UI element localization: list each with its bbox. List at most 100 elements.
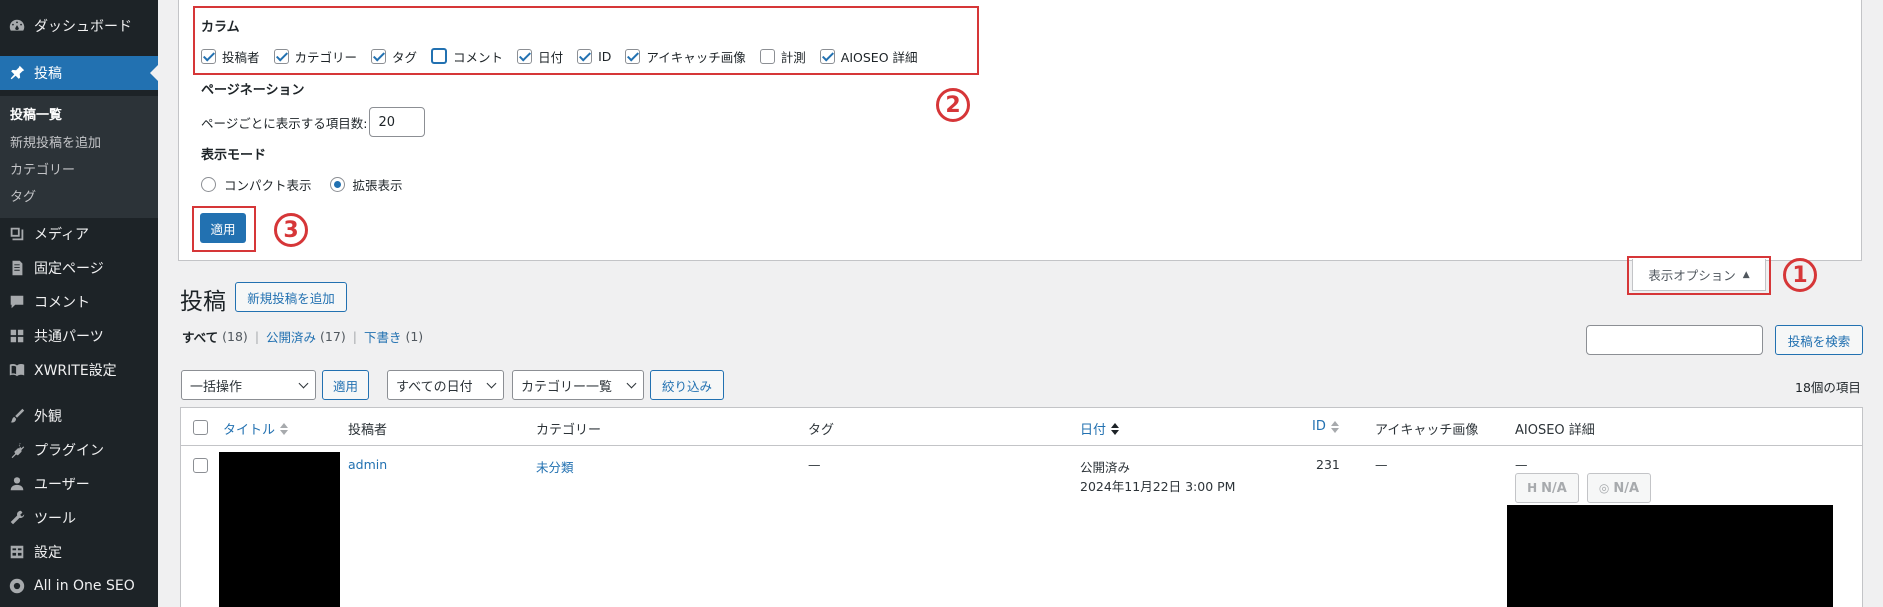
post-status-filters: すべて (18) | 公開済み (17) | 下書き (1) [182, 327, 423, 346]
row-author-link[interactable]: admin [348, 457, 387, 472]
sidebar-item-label: メディア [34, 227, 90, 243]
badge-label: N/A [1541, 480, 1567, 496]
triangle-up-icon: ▲ [1742, 269, 1750, 280]
date-filter-select[interactable]: すべての日付 [387, 370, 504, 400]
sidebar-item-users[interactable]: ユーザー [0, 467, 158, 501]
aioseo-truseo-badge[interactable]: ◎ N/A [1587, 473, 1651, 503]
redacted-title-area [219, 452, 340, 607]
filter-drafts[interactable]: 下書き [364, 327, 402, 346]
per-page-row: ページごとに表示する項目数: 20 [201, 107, 426, 137]
select-value: 一括操作 [190, 379, 243, 395]
sidebar-item-posts[interactable]: 投稿 [0, 56, 158, 90]
category-filter-select[interactable]: カテゴリー一覧 [512, 370, 644, 400]
page-icon [7, 258, 27, 278]
row-date-status: 公開済み [1080, 460, 1131, 475]
filter-published[interactable]: 公開済み [266, 327, 316, 346]
bulk-action-select[interactable]: 一括操作 [181, 370, 316, 400]
posts-submenu: 投稿一覧 新規投稿を追加 カテゴリー タグ [0, 96, 158, 218]
column-header-title[interactable]: タイトル [223, 419, 289, 438]
sidebar-item-tools[interactable]: ツール [0, 501, 158, 535]
column-label: 日付 [1080, 423, 1107, 438]
per-page-input[interactable]: 20 [369, 107, 426, 137]
submenu-all-posts[interactable]: 投稿一覧 [10, 104, 62, 123]
column-header-featured-image: アイキャッチ画像 [1375, 423, 1479, 438]
sidebar-item-label: 投稿 [34, 66, 62, 82]
row-tags: — [808, 457, 821, 472]
annotation-number-3: 3 [274, 213, 308, 247]
sidebar-item-label: ユーザー [34, 477, 90, 493]
sidebar-item-label: XWRITE設定 [34, 363, 117, 379]
sidebar-item-label: All in One SEO [34, 578, 135, 594]
view-mode-heading: 表示モード [201, 148, 267, 163]
row-category-link[interactable]: 未分類 [536, 457, 574, 476]
filter-all-count: (18) [222, 329, 248, 344]
post-search-input[interactable] [1586, 325, 1763, 355]
sidebar-item-xwrite[interactable]: XWRITE設定 [0, 353, 158, 387]
sidebar-item-media[interactable]: メディア [0, 217, 158, 251]
column-header-date[interactable]: 日付 [1080, 419, 1120, 438]
select-value: すべての日付 [396, 379, 473, 395]
annotation-number-2: 2 [936, 88, 970, 122]
user-icon [7, 474, 27, 494]
screen-options-tab[interactable]: 表示オプション ▲ [1632, 259, 1766, 291]
filter-button[interactable]: 絞り込み [650, 370, 724, 400]
select-all-checkbox[interactable] [193, 420, 208, 435]
sidebar-item-pages[interactable]: 固定ページ [0, 251, 158, 285]
filter-drafts-count: (1) [405, 329, 424, 344]
sidebar-item-label: プラグイン [34, 443, 104, 459]
submenu-add-new[interactable]: 新規投稿を追加 [10, 132, 101, 151]
radio[interactable] [201, 177, 216, 192]
sidebar-item-label: 設定 [34, 545, 62, 561]
radio[interactable] [329, 177, 345, 192]
grid-icon [7, 326, 27, 346]
sidebar-item-comments[interactable]: コメント [0, 285, 158, 319]
select-value: カテゴリー一覧 [521, 379, 613, 395]
sidebar-item-label: 外観 [34, 409, 62, 425]
gauge-icon: ◎ [1598, 481, 1610, 495]
sidebar-item-appearance[interactable]: 外観 [0, 399, 158, 433]
row-id: 231 [1316, 457, 1340, 472]
aioseo-icon [7, 576, 27, 596]
settings-icon [7, 542, 27, 562]
column-header-tags: タグ [808, 423, 835, 438]
sort-icon [1330, 420, 1339, 433]
media-icon [7, 224, 27, 244]
sidebar-item-settings[interactable]: 設定 [0, 535, 158, 569]
column-header-id[interactable]: ID [1312, 419, 1339, 434]
comment-icon [7, 292, 27, 312]
search-posts-button[interactable]: 投稿を検索 [1775, 325, 1863, 355]
sidebar-item-parts[interactable]: 共通パーツ [0, 319, 158, 353]
posts-table: タイトル 投稿者 カテゴリー タグ 日付 ID アイキャッチ画像 AIOSEO … [180, 407, 1863, 607]
filter-all[interactable]: すべて [182, 327, 218, 346]
column-label: タイトル [223, 423, 276, 438]
dashboard-icon [7, 16, 27, 36]
bulk-apply-button[interactable]: 適用 [322, 370, 369, 400]
submenu-categories[interactable]: カテゴリー [10, 159, 75, 178]
filter-published-count: (17) [320, 329, 346, 344]
aioseo-score-badge[interactable]: H N/A [1515, 473, 1579, 503]
sidebar-item-aioseo[interactable]: All in One SEO [0, 569, 158, 603]
view-mode-extended[interactable]: 拡張表示 [329, 175, 403, 194]
page-title: 投稿 [180, 289, 226, 315]
column-label: ID [1312, 419, 1326, 434]
column-header-author: 投稿者 [348, 423, 388, 438]
chevron-down-icon [486, 378, 497, 389]
per-page-label: ページごとに表示する項目数: [201, 115, 368, 131]
column-header-categories: カテゴリー [536, 423, 602, 438]
view-mode-compact[interactable]: コンパクト表示 [201, 175, 312, 194]
sidebar-item-plugins[interactable]: プラグイン [0, 433, 158, 467]
badge-label: N/A [1613, 480, 1640, 496]
annotation-box-columns [193, 6, 979, 75]
add-new-post-button[interactable]: 新規投稿を追加 [235, 282, 347, 312]
row-date: 2024年11月22日 3:00 PM [1080, 479, 1236, 494]
submenu-tags[interactable]: タグ [10, 186, 36, 205]
chevron-down-icon [626, 378, 637, 389]
sidebar-item-dashboard[interactable]: ダッシュボード [0, 9, 158, 43]
row-featured-image: — [1375, 457, 1388, 472]
plugin-icon [7, 440, 27, 460]
annotation-number-1: 1 [1783, 258, 1817, 292]
filter-separator: | [254, 329, 260, 344]
admin-sidebar: ダッシュボード 投稿 投稿一覧 新規投稿を追加 カテゴリー タグ メディア 固定… [0, 0, 158, 607]
table-header: タイトル 投稿者 カテゴリー タグ 日付 ID アイキャッチ画像 AIOSEO … [181, 408, 1862, 446]
row-checkbox[interactable] [193, 458, 208, 473]
